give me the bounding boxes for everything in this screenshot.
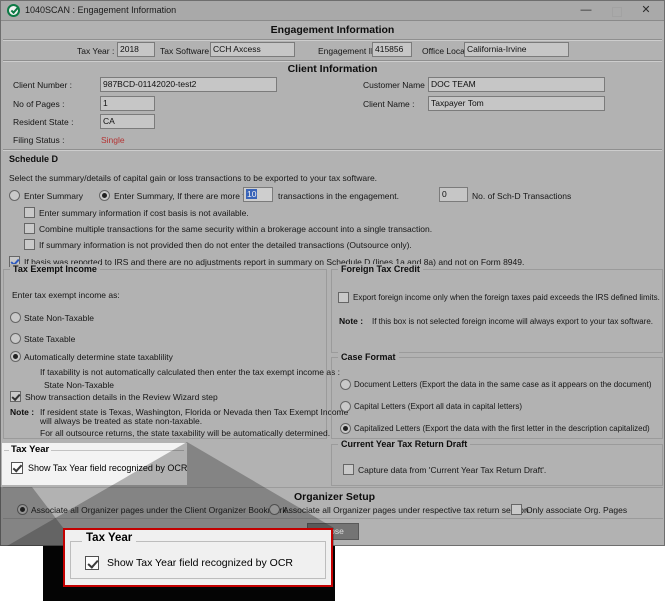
show-transaction-details-label: Show transaction details in the Review W… — [25, 392, 218, 402]
client-name-field[interactable]: Taxpayer Tom — [428, 96, 605, 111]
only-org-pages-label: Only associate Org. Pages — [526, 505, 627, 515]
tax-exempt-intro: Enter tax exempt income as: — [12, 290, 120, 300]
enter-summary-radio[interactable] — [9, 190, 20, 201]
show-tax-year-ocr-checkbox[interactable] — [11, 462, 23, 474]
no-of-pages-label: No of Pages : — [13, 99, 65, 109]
state-taxable-label: State Taxable — [24, 334, 75, 344]
auto-determine-radio[interactable] — [10, 351, 21, 362]
enter-summary-more-radio[interactable] — [99, 190, 110, 201]
foreign-tax-note-text: If this box is not selected foreign inco… — [372, 317, 653, 326]
tax-exempt-note-line2: will always be treated as state non-taxa… — [40, 416, 202, 426]
customer-name-label: Customer Name : — [363, 80, 430, 90]
capitalized-letters-radio[interactable] — [340, 423, 351, 434]
capital-letters-radio[interactable] — [340, 401, 351, 412]
only-org-pages-checkbox[interactable] — [511, 504, 522, 515]
tax-exempt-note-label: Note : — [10, 407, 34, 417]
export-foreign-income-checkbox[interactable] — [338, 292, 349, 303]
engagement-information-dialog: 1040SCAN : Engagement Information — ✕ En… — [0, 0, 665, 546]
tax-exempt-income-title: Tax Exempt Income — [10, 264, 100, 274]
callout-show-tax-year-ocr-label: Show Tax Year field recognized by OCR — [107, 557, 293, 569]
maximize-icon — [612, 7, 622, 17]
schedule-d-intro: Select the summary/details of capital ga… — [9, 173, 377, 183]
close-window-button[interactable]: ✕ — [634, 3, 658, 19]
document-letters-radio[interactable] — [340, 379, 351, 390]
organizer-respective-label: Associate all Organizer pages under resp… — [283, 505, 529, 515]
tax-exempt-income-group: Tax Exempt Income Enter tax exempt incom… — [3, 269, 327, 439]
no-of-pages-field[interactable]: 1 — [100, 96, 155, 111]
window-title: 1040SCAN : Engagement Information — [25, 5, 176, 15]
sch-d-transactions-field[interactable]: 0 — [439, 187, 468, 202]
tax-year-callout: Tax Year Show Tax Year field recognized … — [63, 528, 333, 587]
client-number-field[interactable]: 987BCD-01142020-test2 — [100, 77, 277, 92]
callout-title: Tax Year — [82, 532, 136, 544]
tax-software-field[interactable]: CCH Axcess — [210, 42, 295, 57]
tax-year-field[interactable]: 2018 — [117, 42, 155, 57]
state-taxable-radio[interactable] — [10, 333, 21, 344]
callout-show-tax-year-ocr-checkbox[interactable] — [85, 556, 99, 570]
capture-draft-checkbox[interactable] — [343, 464, 354, 475]
filing-status-label: Filing Status : — [13, 135, 65, 145]
auto-note-line2: State Non-Taxable — [44, 380, 114, 390]
foreign-tax-credit-group: Foreign Tax Credit Export foreign income… — [331, 269, 663, 353]
engagement-id-field[interactable]: 415856 — [372, 42, 412, 57]
title-bar: 1040SCAN : Engagement Information — ✕ — [1, 1, 664, 21]
capitalized-letters-label: Capitalized Letters (Export the data wit… — [354, 424, 650, 433]
client-name-label: Client Name : — [363, 99, 415, 109]
customer-name-field[interactable]: DOC TEAM — [428, 77, 605, 92]
tax-software-label: Tax Software : — [160, 46, 214, 56]
tax-exempt-note-line3: For all outsource returns, the state tax… — [40, 428, 330, 438]
auto-note-line1: If taxability is not automatically calcu… — [40, 367, 340, 377]
tax-year-section-title: Tax Year — [9, 444, 51, 455]
foreign-tax-credit-title: Foreign Tax Credit — [338, 264, 423, 274]
combine-transactions-checkbox[interactable] — [24, 223, 35, 234]
enter-summary-more-label-post: transactions in the engagement. — [278, 191, 399, 201]
divider — [3, 149, 662, 150]
export-foreign-income-label: Export foreign income only when the fore… — [353, 293, 660, 302]
engagement-information-header: Engagement Information — [1, 24, 664, 36]
combine-transactions-label: Combine multiple transactions for the sa… — [39, 224, 432, 234]
outsource-only-checkbox[interactable] — [24, 239, 35, 250]
capital-letters-label: Capital Letters (Export all data in capi… — [354, 402, 522, 411]
current-year-draft-title: Current Year Tax Return Draft — [338, 439, 470, 449]
maximize-button[interactable] — [604, 3, 628, 19]
sch-d-transactions-label: No. of Sch-D Transactions — [472, 191, 571, 201]
capture-draft-label: Capture data from 'Current Year Tax Retu… — [358, 465, 546, 475]
client-information-header: Client Information — [1, 63, 664, 75]
divider — [3, 39, 662, 40]
divider — [3, 60, 662, 61]
state-non-taxable-radio[interactable] — [10, 312, 21, 323]
state-non-taxable-label: State Non-Taxable — [24, 313, 94, 323]
cost-basis-checkbox-label: Enter summary information if cost basis … — [39, 208, 249, 218]
current-year-draft-group: Current Year Tax Return Draft Capture da… — [331, 444, 663, 486]
document-letters-label: Document Letters (Export the data in the… — [354, 380, 652, 389]
app-check-icon — [7, 4, 20, 17]
filing-status-value: Single — [101, 135, 125, 145]
minimize-button[interactable]: — — [574, 3, 598, 19]
foreign-tax-note-label: Note : — [339, 316, 363, 326]
resident-state-field[interactable]: CA — [100, 114, 155, 129]
case-format-title: Case Format — [338, 352, 399, 362]
enter-summary-radio-label: Enter Summary — [24, 191, 83, 201]
screenshot-root: 1040SCAN : Engagement Information — ✕ En… — [0, 0, 665, 609]
show-transaction-details-checkbox[interactable] — [10, 391, 21, 402]
enter-summary-more-label: Enter Summary, If there are more than — [114, 191, 259, 201]
threshold-selected-text: 10 — [246, 189, 257, 199]
client-number-label: Client Number : — [13, 80, 72, 90]
cost-basis-checkbox[interactable] — [24, 207, 35, 218]
case-format-group: Case Format Document Letters (Export the… — [331, 357, 663, 439]
transaction-threshold-field[interactable]: 10 — [243, 187, 273, 202]
tax-year-label: Tax Year : — [77, 46, 114, 56]
outsource-only-label: If summary information is not provided t… — [39, 240, 412, 250]
schedule-d-title: Schedule D — [9, 154, 58, 164]
auto-determine-label: Automatically determine state taxablilit… — [24, 352, 173, 362]
resident-state-label: Resident State : — [13, 117, 73, 127]
office-location-field[interactable]: California-Irvine — [464, 42, 569, 57]
